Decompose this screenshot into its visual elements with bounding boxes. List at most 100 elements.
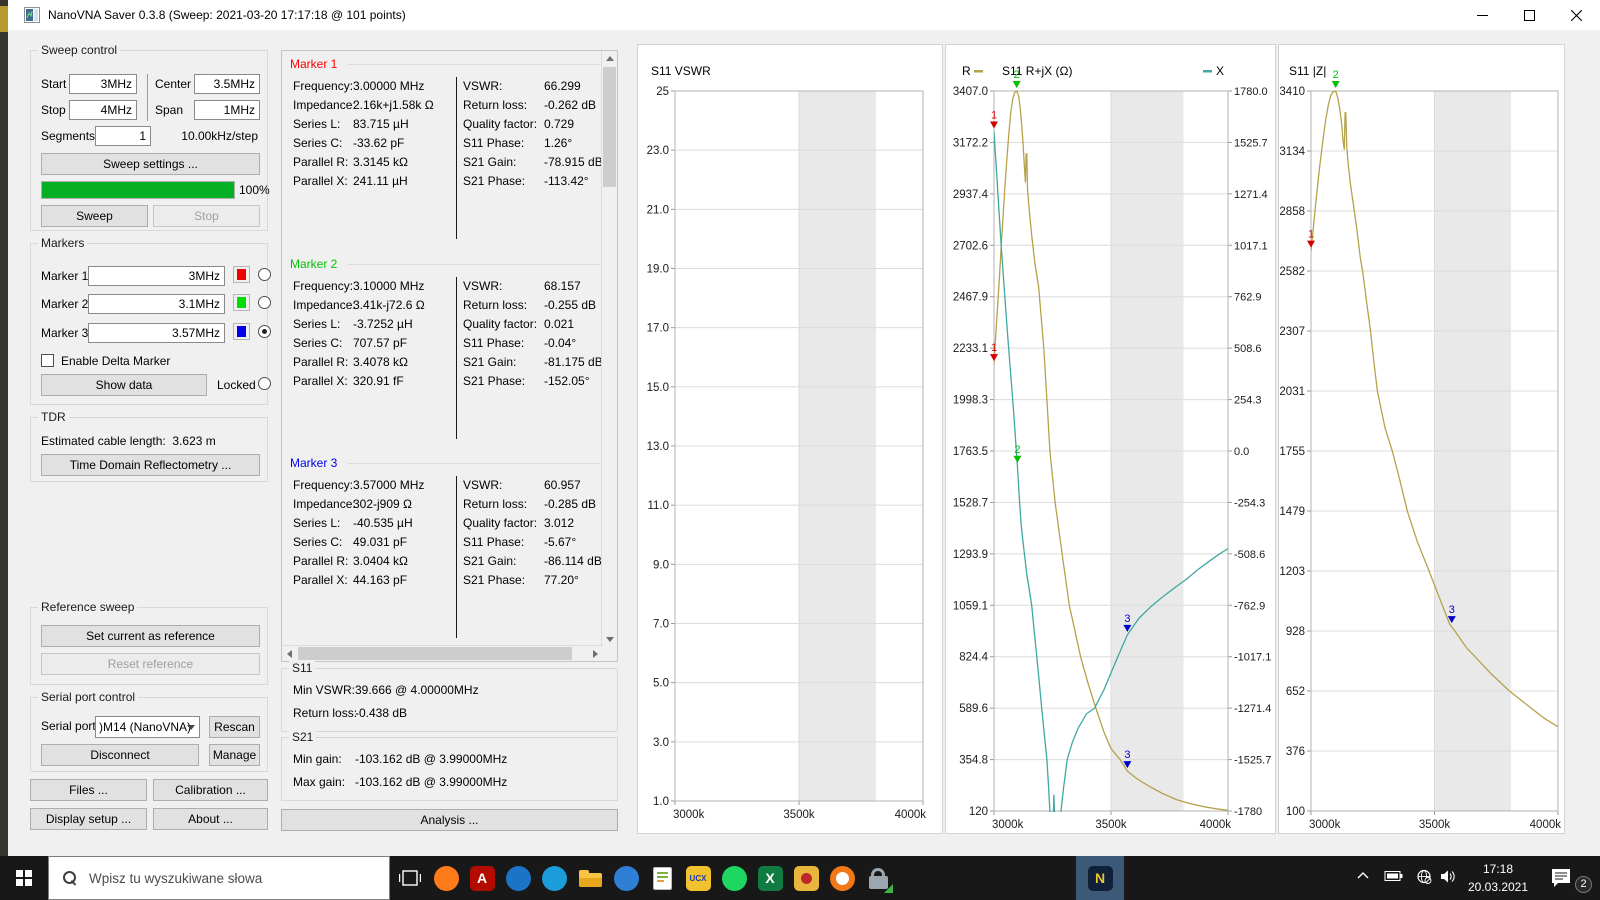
marker3-color-button[interactable] — [233, 323, 250, 340]
field-label: S21 Gain: — [463, 355, 517, 369]
svg-text:100: 100 — [1286, 806, 1305, 818]
field-value: 66.299 — [544, 79, 581, 93]
chevron-up-icon[interactable] — [1356, 869, 1370, 883]
search-placeholder: Wpisz tu wyszukiwane słowa — [89, 870, 263, 886]
start-button[interactable] — [0, 856, 48, 900]
taskbar-app-spotify[interactable] — [716, 856, 752, 900]
marker2-color-button[interactable] — [233, 294, 250, 311]
locked-radio[interactable] — [258, 377, 271, 390]
analysis-button[interactable]: Analysis ... — [281, 809, 618, 831]
display-setup-button[interactable]: Display setup ... — [30, 808, 147, 830]
center-input[interactable]: 3.5MHz — [194, 74, 260, 94]
field-value: -0.04° — [544, 336, 577, 350]
taskbar-app-edge[interactable] — [536, 856, 572, 900]
scroll-left-arrow-icon[interactable] — [287, 650, 292, 658]
svg-text:13.0: 13.0 — [647, 441, 669, 453]
scroll-down-arrow-icon[interactable] — [606, 637, 614, 642]
field-label: S11 Phase: — [463, 336, 525, 350]
marker1-freq-input[interactable]: 3MHz — [88, 266, 225, 286]
svg-text:824.4: 824.4 — [959, 652, 988, 664]
vertical-scroll-thumb[interactable] — [603, 67, 616, 187]
taskbar-app-text-editor[interactable] — [644, 856, 680, 900]
field-label: Quality factor: — [463, 117, 538, 131]
files-button[interactable]: Files ... — [30, 779, 147, 801]
taskbar-app-globe-app[interactable] — [608, 856, 644, 900]
svg-text:589.6: 589.6 — [959, 703, 988, 715]
column-divider — [147, 74, 148, 121]
s11-summary-group: S11 Min VSWR: 39.666 @ 4.00000MHz Return… — [281, 661, 618, 732]
svg-text:2: 2 — [1333, 69, 1339, 81]
search-box[interactable]: Wpisz tu wyszukiwane słowa — [48, 856, 390, 900]
svg-text:3: 3 — [1449, 604, 1455, 616]
marker2-radio[interactable] — [258, 296, 271, 309]
s11-return-loss-label: Return loss: — [293, 706, 358, 720]
svg-text:S11 VSWR: S11 VSWR — [651, 64, 711, 78]
start-input[interactable]: 3MHz — [69, 74, 137, 94]
disconnect-button[interactable]: Disconnect — [41, 744, 199, 766]
tdr-group: TDR Estimated cable length: 3.623 m Time… — [30, 410, 268, 482]
close-button[interactable] — [1553, 0, 1600, 30]
show-data-button[interactable]: Show data — [41, 374, 207, 396]
marker2-freq-input[interactable]: 3.1MHz — [88, 294, 225, 314]
taskbar-app-file-explorer[interactable] — [572, 856, 608, 900]
taskbar-app-photo-viewer[interactable] — [788, 856, 824, 900]
sweep-button[interactable]: Sweep — [41, 205, 148, 227]
field-value: -78.915 dB — [544, 155, 601, 169]
segments-input[interactable]: 1 — [95, 126, 151, 146]
vertical-scrollbar[interactable] — [601, 51, 617, 647]
taskbar-app-thunderbird[interactable] — [500, 856, 536, 900]
calibration-button[interactable]: Calibration ... — [153, 779, 268, 801]
field-value: -152.05° — [544, 374, 590, 388]
volume-icon[interactable] — [1440, 869, 1458, 884]
field-value: 68.157 — [544, 279, 581, 293]
taskbar-app-nanovna-saver[interactable]: N — [1076, 856, 1124, 900]
marker3-radio[interactable] — [258, 325, 271, 338]
span-input[interactable]: 1MHz — [194, 100, 260, 120]
manage-button[interactable]: Manage — [209, 744, 260, 766]
titlebar[interactable]: NanoVNA Saver 0.3.8 (Sweep: 2021-03-20 1… — [8, 0, 1600, 30]
about-button[interactable]: About ... — [153, 808, 268, 830]
svg-text:-1780: -1780 — [1234, 806, 1262, 818]
svg-text:1998.3: 1998.3 — [953, 395, 988, 407]
svg-text:1528.7: 1528.7 — [953, 497, 988, 509]
taskbar-clock[interactable]: 17:18 20.03.2021 — [1458, 860, 1538, 896]
maximize-button[interactable] — [1506, 0, 1553, 30]
network-globe-icon[interactable] — [1416, 869, 1432, 884]
marker-data-scroll-area[interactable]: Marker 1 Frequency: 3.00000 MHz Impedance: 2… — [282, 51, 601, 645]
minimize-button[interactable] — [1459, 0, 1506, 30]
taskbar-app-ucx-app[interactable]: UCX — [680, 856, 716, 900]
rjx-chart[interactable]: 3407.0 3172.2 2937.4 2702.6 2467.9 2233.1 1998… — [946, 45, 1275, 833]
marker-block-title: Marker 1 — [290, 57, 338, 71]
action-center-icon[interactable] — [1550, 867, 1572, 887]
taskbar-app-acrobat[interactable]: A — [464, 856, 500, 900]
taskbar-app-excel[interactable]: X — [752, 856, 788, 900]
marker3-freq-input[interactable]: 3.57MHz — [88, 323, 225, 343]
horizontal-scroll-thumb[interactable] — [298, 647, 572, 660]
serial-port-select[interactable]: )M14 (NanoVNA) — [95, 716, 200, 738]
reset-reference-button[interactable]: Reset reference — [41, 653, 260, 675]
enable-delta-marker-checkbox[interactable] — [41, 354, 54, 367]
vswr-chart[interactable]: 25 23.0 21.0 19.0 17.0 15.0 13.0 11.0 9.0 7.0 5.0 3… — [638, 45, 942, 833]
z-chart[interactable]: 3410 3134 2858 2582 2307 2031 1755 1479 1203 928 6… — [1279, 45, 1564, 833]
tdr-button[interactable]: Time Domain Reflectometry ... — [41, 454, 260, 476]
field-value: -3.7252 µH — [353, 317, 413, 331]
battery-icon[interactable] — [1384, 869, 1404, 883]
svg-text:1293.9: 1293.9 — [953, 549, 988, 561]
horizontal-scrollbar[interactable] — [282, 645, 603, 661]
taskbar-app-orange-app[interactable] — [824, 856, 860, 900]
scroll-up-arrow-icon[interactable] — [606, 56, 614, 61]
rescan-button[interactable]: Rescan — [209, 716, 260, 738]
sweep-settings-button[interactable]: Sweep settings ... — [41, 153, 260, 175]
taskbar-app-task-view[interactable] — [392, 856, 428, 900]
edge-icon — [541, 865, 567, 891]
search-icon — [63, 871, 77, 885]
taskbar-app-password-manager[interactable] — [860, 856, 896, 900]
taskbar-app-firefox[interactable] — [428, 856, 464, 900]
marker1-radio[interactable] — [258, 268, 271, 281]
thunderbird-icon — [505, 865, 531, 891]
set-reference-button[interactable]: Set current as reference — [41, 625, 260, 647]
marker1-color-button[interactable] — [233, 266, 250, 283]
scroll-right-arrow-icon[interactable] — [593, 650, 598, 658]
stop-button[interactable]: Stop — [153, 205, 260, 227]
stop-input[interactable]: 4MHz — [69, 100, 137, 120]
